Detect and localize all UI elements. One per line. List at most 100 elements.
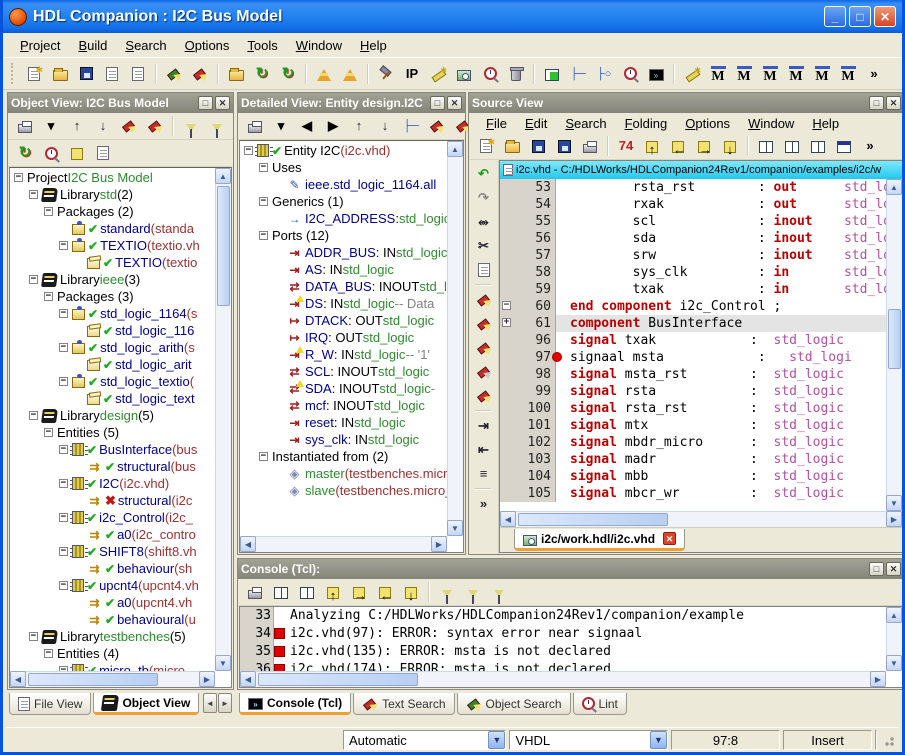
tree-node[interactable]: −Entities (5) <box>10 424 215 441</box>
redo-icon[interactable]: ↷ <box>472 186 496 210</box>
console-line[interactable]: 35i2c.vhd(135): ERROR: msta is not decla… <box>240 643 886 661</box>
tree-node[interactable]: −⇥DS : IN std_logic -- Data <box>240 295 447 312</box>
collapse-icon[interactable]: − <box>59 309 68 318</box>
tree-node[interactable]: −⇄mcf : INOUT std_logic <box>240 397 447 414</box>
tree-node[interactable]: −◈master (testbenches.micro <box>240 465 447 482</box>
tab-scroll-right-icon[interactable]: ► <box>218 693 232 713</box>
tree-node[interactable]: −✎ieee.std_logic_1164.all <box>240 176 447 193</box>
search-icon[interactable] <box>472 288 496 312</box>
code-line[interactable]: 105signal mbcr_wr : std_logic <box>500 485 886 502</box>
collapse-icon[interactable]: ↑ <box>65 114 89 138</box>
code-line[interactable]: 96signal txak : std_logic <box>500 332 886 349</box>
save-project-icon[interactable] <box>74 62 98 86</box>
print-icon[interactable] <box>13 114 37 138</box>
close-button[interactable]: ✕ <box>874 6 896 27</box>
font-size-icon[interactable]: 74 <box>614 134 638 158</box>
code-line[interactable]: 99signal rsta : std_logic <box>500 383 886 400</box>
tree-node[interactable]: −Packages (3) <box>10 288 215 305</box>
modelsim-compile-all-icon[interactable]: M <box>732 62 756 86</box>
object-view-maximize-button[interactable]: □ <box>198 96 213 110</box>
code-line[interactable]: 97signaal msta : std_logi <box>500 349 886 366</box>
line-number[interactable]: 102 <box>500 434 556 451</box>
code-line[interactable]: 104signal mbb : std_logic <box>500 468 886 485</box>
tree-node[interactable]: −Uses <box>240 159 447 176</box>
collapse-icon[interactable]: − <box>259 452 268 461</box>
bookmark-down-icon[interactable]: ↓ <box>718 134 742 158</box>
toggle-hierarchy-view-icon[interactable]: ├─ <box>566 62 590 86</box>
editor-file-tab[interactable]: i2c/work.hdl/i2c.vhd ✕ <box>514 529 685 551</box>
bookmark-prev-icon[interactable]: ← <box>666 134 690 158</box>
tab-console[interactable]: »Console (Tcl) <box>239 693 351 715</box>
collapse-icon[interactable]: − <box>59 513 68 522</box>
line-number[interactable]: 101 <box>500 417 556 434</box>
search-add-icon[interactable] <box>472 312 496 336</box>
tree-node[interactable]: −⇉✖structural (i2c <box>10 492 215 509</box>
compile-icon[interactable] <box>312 62 336 86</box>
fold-collapse-icon[interactable]: − <box>502 301 511 310</box>
code-line[interactable]: 54 rxak : out std_logic <box>500 196 886 213</box>
refresh-icon[interactable]: ↻ <box>13 141 37 165</box>
console-hscrollbar[interactable]: ◀▶ <box>240 671 886 687</box>
filter-all-icon[interactable] <box>487 580 511 604</box>
collapse-icon[interactable]: − <box>59 547 68 556</box>
tree-node[interactable]: −⇥sys_clk : IN std_logic <box>240 431 447 448</box>
collapse-icon[interactable]: − <box>14 173 23 182</box>
tree-node[interactable]: −◈slave (testbenches.micro_t <box>240 482 447 499</box>
menu-edit[interactable]: Edit <box>516 113 556 134</box>
tree-node[interactable]: −✔std_logic_arit <box>10 356 215 373</box>
code-line[interactable]: 103signal madr : std_logic <box>500 451 886 468</box>
tree-node[interactable]: −✔TEXTIO (textio <box>10 254 215 271</box>
toolbar-grip[interactable] <box>11 63 16 85</box>
toggle-object-search-icon[interactable]: ├○ <box>592 62 616 86</box>
windows-icon[interactable] <box>780 134 804 158</box>
reanalyze-icon[interactable]: ↻ <box>250 62 274 86</box>
tree-node[interactable]: −⇥R_W : IN std_logic -- '1' <box>240 346 447 363</box>
menu-window[interactable]: Window <box>739 113 803 134</box>
editor-hscrollbar[interactable]: ◀▶ <box>500 511 902 527</box>
line-number[interactable]: 98 <box>500 366 556 383</box>
paste-icon[interactable] <box>472 258 496 282</box>
mode-dropdown[interactable]: Automatic ▼ <box>343 730 506 750</box>
detailed-view-close-button[interactable]: ✕ <box>447 96 462 110</box>
print-menu-icon[interactable]: ▾ <box>39 114 63 138</box>
line-number[interactable]: 53 <box>500 179 556 196</box>
tree-node[interactable]: −⇄DATA_BUS : INOUT std_log <box>240 278 447 295</box>
bookmark-up-icon[interactable]: ↑ <box>321 580 345 604</box>
menu-project[interactable]: Project <box>11 35 69 56</box>
search-lines-icon[interactable] <box>472 384 496 408</box>
console-line[interactable]: 33Analyzing C:/HDLWorks/HDLCompanion24Re… <box>240 607 886 625</box>
tree-node[interactable]: −→I2C_ADDRESS : std_logic_ <box>240 210 447 227</box>
tree-node[interactable]: −Generics (1) <box>240 193 447 210</box>
undo-icon[interactable]: ↶ <box>472 162 496 186</box>
source-view-header[interactable]: Source View □ ✕ <box>469 93 904 113</box>
line-number[interactable]: 103 <box>500 451 556 468</box>
tree-node[interactable]: −Packages (2) <box>10 203 215 220</box>
line-number[interactable]: 54 <box>500 196 556 213</box>
tree-node[interactable]: −Library ieee (3) <box>10 271 215 288</box>
tree-node[interactable]: −✔upcnt4 (upcnt4.vh <box>10 577 215 594</box>
tile-vertical-icon[interactable] <box>806 134 830 158</box>
file-tab-close-icon[interactable]: ✕ <box>663 532 676 545</box>
sort-report-icon[interactable] <box>91 141 115 165</box>
tab-file-view[interactable]: File View <box>9 693 91 715</box>
reanalyze-all-icon[interactable]: ↻ <box>276 62 300 86</box>
generate-icon[interactable] <box>426 62 450 86</box>
open-file-icon[interactable] <box>500 134 524 158</box>
toggle-text-search-icon[interactable] <box>618 62 642 86</box>
line-number[interactable]: 99 <box>500 383 556 400</box>
tree-node[interactable]: −⇥ADDR_BUS : IN std_logic_ <box>240 244 447 261</box>
tree-node[interactable]: −⇉✔behaviour (sh <box>10 560 215 577</box>
language-dropdown[interactable]: VHDL ▼ <box>509 730 668 750</box>
back-icon[interactable]: ◀ <box>295 114 319 138</box>
collapse-icon[interactable]: − <box>59 343 68 352</box>
bookmark-next-icon[interactable]: → <box>692 134 716 158</box>
menu-build[interactable]: Build <box>69 35 116 56</box>
toggle-source-view-icon[interactable] <box>540 62 564 86</box>
tree-node[interactable]: −Project I2C Bus Model <box>10 169 215 186</box>
tree-node[interactable]: −⇉✔a0 (i2c_contro <box>10 526 215 543</box>
collapse-icon[interactable]: − <box>59 479 68 488</box>
new-file-icon[interactable] <box>474 134 498 158</box>
tab-scroll-left-icon[interactable]: ◄ <box>203 693 217 713</box>
filter-off-icon[interactable] <box>179 114 203 138</box>
menu-options[interactable]: Options <box>176 35 239 56</box>
